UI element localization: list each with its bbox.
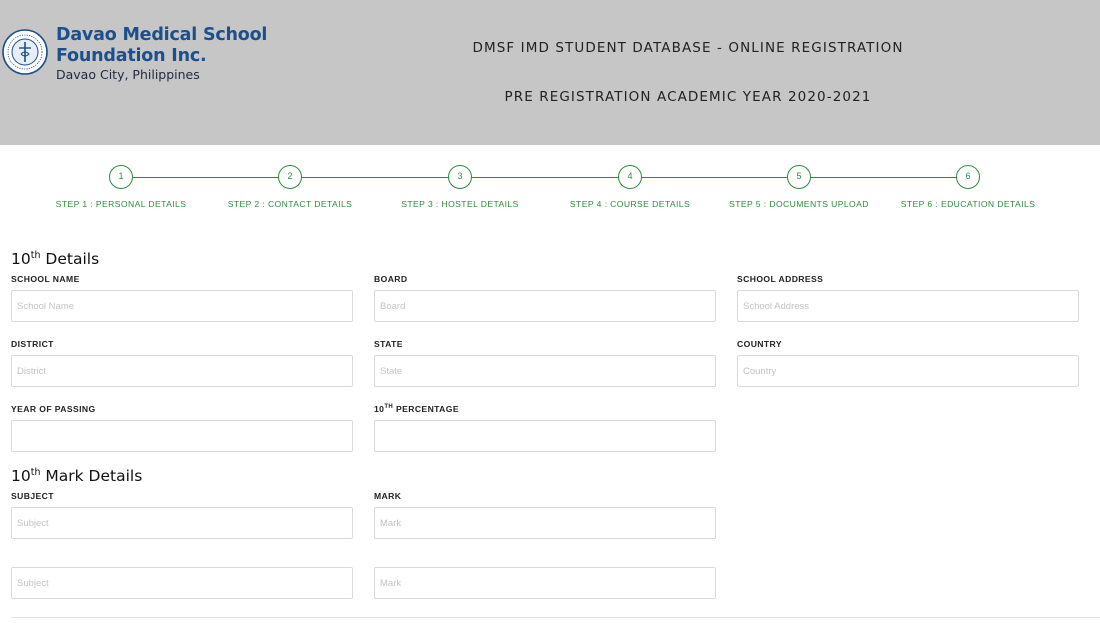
school-address-field: SCHOOL ADDRESS [737, 274, 1079, 322]
page-title: DMSF IMD STUDENT DATABASE - ONLINE REGIS… [472, 40, 904, 56]
tenth-percentage-label-sup: TH [384, 404, 394, 411]
country-field: COUNTRY [737, 339, 1079, 387]
board-field: BOARD [374, 274, 716, 322]
step-5[interactable]: 5 STEP 5 : DOCUMENTS UPLOAD [719, 165, 879, 209]
tenth-mark-heading-text: Mark Details [40, 467, 143, 485]
subject-row-2-spacer [11, 551, 353, 562]
step-3-number[interactable]: 3 [448, 165, 472, 189]
mark-field-1: MARK [374, 491, 716, 539]
school-name-field: SCHOOL NAME [11, 274, 353, 322]
step-4[interactable]: 4 STEP 4 : COURSE DETAILS [550, 165, 710, 209]
year-of-passing-input[interactable] [11, 420, 353, 452]
logo-location: Davao City, Philippines [56, 67, 200, 82]
tenth-percentage-label-text: PERCENTAGE [393, 404, 460, 414]
state-input[interactable] [374, 355, 716, 387]
school-name-input[interactable] [11, 290, 353, 322]
mark-field-2 [374, 551, 716, 599]
school-seal-icon [2, 29, 48, 75]
school-name-label: SCHOOL NAME [11, 274, 80, 284]
subject-label: SUBJECT [11, 491, 54, 501]
country-label: COUNTRY [737, 339, 782, 349]
subject-field-1: SUBJECT [11, 491, 353, 539]
step-4-label[interactable]: STEP 4 : COURSE DETAILS [550, 199, 710, 209]
mark-input-2[interactable] [374, 567, 716, 599]
tenth-mark-details-heading: 10th Mark Details [11, 467, 142, 485]
logo-name-line2: Foundation Inc. [56, 46, 207, 66]
page-subtitle: PRE REGISTRATION ACADEMIC YEAR 2020-2021 [504, 89, 872, 105]
logo-name-line1: Davao Medical School [56, 25, 268, 45]
tenth-percentage-input[interactable] [374, 420, 716, 452]
tenth-percentage-label: 10TH PERCENTAGE [374, 404, 716, 415]
mark-row-2-spacer [374, 551, 716, 562]
tenth-mark-heading-num: 10 [11, 467, 31, 485]
country-input[interactable] [737, 355, 1079, 387]
step-1-number[interactable]: 1 [109, 165, 133, 189]
step-1[interactable]: 1 STEP 1 : PERSONAL DETAILS [41, 165, 201, 209]
step-1-label[interactable]: STEP 1 : PERSONAL DETAILS [41, 199, 201, 209]
step-4-number[interactable]: 4 [618, 165, 642, 189]
step-3[interactable]: 3 STEP 3 : HOSTEL DETAILS [380, 165, 540, 209]
step-2-number[interactable]: 2 [278, 165, 302, 189]
step-3-label[interactable]: STEP 3 : HOSTEL DETAILS [380, 199, 540, 209]
registration-stepper: 1 STEP 1 : PERSONAL DETAILS 2 STEP 2 : C… [0, 145, 1100, 225]
district-field: DISTRICT [11, 339, 353, 387]
subject-field-2 [11, 551, 353, 599]
subject-input-2[interactable] [11, 567, 353, 599]
step-5-label[interactable]: STEP 5 : DOCUMENTS UPLOAD [719, 199, 879, 209]
step-6-number[interactable]: 6 [956, 165, 980, 189]
mark-input-1[interactable] [374, 507, 716, 539]
tenth-details-heading: 10th Details [11, 250, 99, 268]
logo-text: Davao Medical School Foundation Inc. Dav… [56, 25, 267, 82]
tenth-percentage-label-num: 10 [374, 404, 385, 414]
board-label: BOARD [374, 274, 408, 284]
tenth-percentage-field: 10TH PERCENTAGE [374, 404, 716, 452]
tenth-details-heading-num: 10 [11, 250, 31, 268]
tenth-details-heading-text: Details [40, 250, 100, 268]
state-field: STATE [374, 339, 716, 387]
step-6-label[interactable]: STEP 6 : EDUCATION DETAILS [888, 199, 1048, 209]
section-divider [11, 617, 1100, 618]
school-address-label: SCHOOL ADDRESS [737, 274, 824, 284]
school-address-input[interactable] [737, 290, 1079, 322]
year-of-passing-label: YEAR OF PASSING [11, 404, 96, 414]
step-2-label[interactable]: STEP 2 : CONTACT DETAILS [210, 199, 370, 209]
mark-label: MARK [374, 491, 402, 501]
state-label: STATE [374, 339, 403, 349]
subject-input-1[interactable] [11, 507, 353, 539]
step-2[interactable]: 2 STEP 2 : CONTACT DETAILS [210, 165, 370, 209]
page-header: Davao Medical School Foundation Inc. Dav… [0, 0, 1100, 145]
year-of-passing-field: YEAR OF PASSING [11, 404, 353, 452]
board-input[interactable] [374, 290, 716, 322]
district-input[interactable] [11, 355, 353, 387]
district-label: DISTRICT [11, 339, 54, 349]
step-6[interactable]: 6 STEP 6 : EDUCATION DETAILS [888, 165, 1048, 209]
step-5-number[interactable]: 5 [787, 165, 811, 189]
